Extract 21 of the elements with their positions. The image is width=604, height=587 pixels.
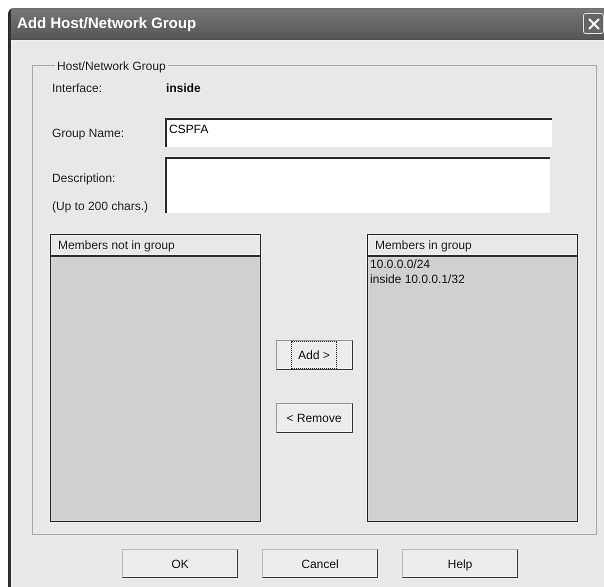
list-header: Members in group — [368, 235, 577, 257]
list-item[interactable]: 10.0.0.0/24 — [368, 257, 577, 272]
list-item[interactable]: inside 10.0.0.1/32 — [368, 272, 577, 287]
description-hint: (Up to 200 chars.) — [52, 198, 150, 215]
group-name-field[interactable]: CSPFA — [165, 118, 552, 147]
cancel-button[interactable]: Cancel — [262, 549, 378, 578]
window-title: Add Host/Network Group — [17, 14, 196, 34]
close-icon — [586, 16, 600, 30]
interface-value: inside — [166, 80, 201, 97]
interface-label: Interface: — [52, 80, 104, 97]
add-button[interactable]: Add > — [276, 340, 352, 370]
list-header: Members not in group — [51, 235, 260, 257]
member-list[interactable]: Members not in group — [50, 234, 261, 522]
help-button[interactable]: Help — [402, 549, 518, 578]
ok-button[interactable]: OK — [122, 549, 238, 578]
group-name-label: Group Name: — [52, 124, 126, 142]
description-field[interactable] — [165, 157, 550, 213]
close-button[interactable] — [583, 13, 604, 34]
member-list[interactable]: Members in group 10.0.0.0/24 inside 10.0.0.1/32 — [367, 234, 578, 522]
description-label: Description: — [52, 170, 116, 187]
remove-button[interactable]: < Remove — [276, 403, 352, 433]
